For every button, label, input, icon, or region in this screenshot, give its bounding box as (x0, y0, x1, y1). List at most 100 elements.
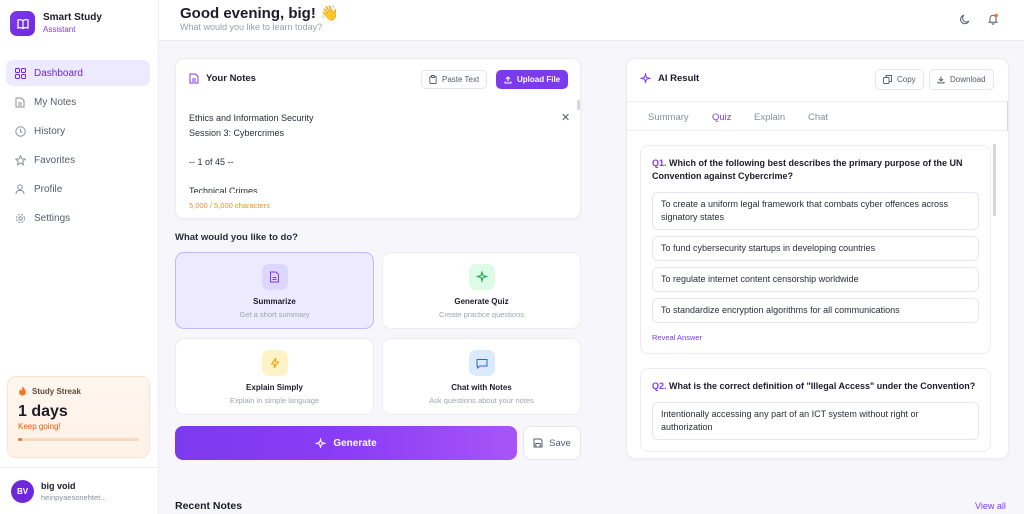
clipboard-icon (429, 75, 437, 84)
sidebar-item-label: Settings (34, 212, 71, 224)
star-icon (14, 154, 26, 166)
sidebar-item-my-notes[interactable]: My Notes (6, 89, 150, 115)
question-body: What is the correct definition of "Illeg… (669, 381, 976, 391)
clock-icon (14, 125, 26, 137)
explain-simply-option[interactable]: Explain Simply Explain in simple languag… (175, 338, 374, 415)
sparkles-icon (468, 264, 495, 290)
tab-summary[interactable]: Summary (648, 112, 689, 123)
option-description: Get a short summary (239, 310, 310, 319)
option-title: Generate Quiz (454, 297, 509, 306)
user-name: big void (41, 480, 76, 491)
streak-progress-bar (18, 438, 139, 441)
tab-explain[interactable]: Explain (754, 112, 785, 123)
action-question: What would you like to do? (175, 232, 298, 243)
close-icon[interactable]: ✕ (561, 111, 570, 124)
save-button[interactable]: Save (523, 426, 581, 460)
sidebar-item-label: Profile (34, 183, 63, 195)
tab-chat[interactable]: Chat (808, 112, 828, 123)
streak-message: Keep going! (18, 422, 61, 431)
question-text: Q2. What is the correct definition of "I… (652, 380, 979, 393)
upload-file-button[interactable]: Upload File (496, 70, 569, 89)
download-button[interactable]: Download (929, 69, 994, 90)
book-icon (10, 11, 35, 36)
bell-icon[interactable] (986, 12, 1000, 26)
question-number: Q1. (652, 158, 667, 168)
save-icon (533, 438, 543, 448)
sidebar-nav: Dashboard My Notes History Favorites Pro… (6, 60, 150, 234)
study-streak-card: Study Streak 1 days Keep going! (7, 376, 150, 458)
generate-button[interactable]: Generate (175, 426, 517, 460)
notes-textarea[interactable]: Ethics and Information Security Session … (189, 111, 559, 193)
download-icon (937, 76, 945, 84)
answer-option[interactable]: Intentionally accessing any part of an I… (652, 402, 979, 440)
greeting: Good evening, big! 👋 (180, 5, 339, 22)
sidebar-item-label: Favorites (34, 154, 76, 166)
document-icon (189, 73, 199, 84)
sidebar: Smart Study Assistant Dashboard My Notes… (0, 0, 159, 514)
generate-quiz-option[interactable]: Generate Quiz Create practice questions (382, 252, 581, 329)
summarize-option[interactable]: Summarize Get a short summary (175, 252, 374, 329)
flame-icon (18, 386, 27, 396)
save-label: Save (549, 437, 571, 449)
quiz-question-card: Q2. What is the correct definition of "I… (640, 368, 991, 452)
streak-title: Study Streak (32, 386, 81, 396)
question-text: Q1. Which of the following best describe… (652, 157, 979, 183)
user-profile[interactable]: BV big void heinpyaesonehtet... (0, 467, 159, 514)
option-description: Create practice questions (438, 310, 525, 319)
reveal-answer-link[interactable]: Reveal Answer (652, 333, 979, 342)
lightning-icon (261, 350, 288, 376)
copy-icon (883, 75, 892, 84)
view-all-link[interactable]: View all (975, 501, 1006, 511)
answer-option[interactable]: To regulate internet content censorship … (652, 267, 979, 292)
option-title: Summarize (253, 297, 296, 306)
question-number: Q2. (652, 381, 667, 391)
user-icon (14, 183, 26, 195)
notes-scrollbar[interactable] (577, 100, 580, 110)
ai-result-title: AI Result (658, 73, 700, 84)
tab-quiz[interactable]: Quiz (712, 112, 732, 123)
document-icon (14, 96, 26, 108)
ai-body-scrollbar[interactable] (993, 144, 996, 216)
answer-option[interactable]: To fund cybersecurity startups in develo… (652, 236, 979, 261)
sidebar-item-label: Dashboard (34, 67, 83, 79)
sidebar-item-favorites[interactable]: Favorites (6, 147, 150, 173)
notes-card: Your Notes Paste Text Upload File Ethics… (175, 58, 581, 219)
paste-text-button[interactable]: Paste Text (421, 70, 488, 89)
sidebar-item-profile[interactable]: Profile (6, 176, 150, 202)
sidebar-item-label: My Notes (34, 96, 77, 108)
notes-title: Your Notes (206, 73, 256, 84)
ai-result-card: AI Result Copy Download Summary Quiz Exp… (626, 58, 1009, 459)
header: Good evening, big! 👋 What would you like… (159, 0, 1024, 41)
option-description: Ask questions about your notes (429, 396, 534, 405)
sidebar-item-settings[interactable]: Settings (6, 205, 150, 231)
ai-result-tabs: Summary Quiz Explain Chat (627, 101, 1008, 131)
gear-icon (14, 212, 26, 224)
document-icon (261, 264, 288, 290)
answer-option[interactable]: To create a uniform legal framework that… (652, 192, 979, 230)
brand-subtitle: Assistant (43, 25, 76, 34)
sidebar-item-label: History (34, 125, 66, 137)
grid-icon (14, 67, 26, 79)
option-description: Explain in simple language (229, 396, 320, 405)
generate-label: Generate (333, 437, 377, 449)
ai-tabs-scrollbar[interactable] (1007, 101, 1008, 131)
brand[interactable]: Smart Study Assistant (10, 11, 102, 36)
answer-option[interactable]: To standardize encryption algorithms for… (652, 298, 979, 323)
avatar: BV (11, 479, 34, 503)
option-title: Explain Simply (246, 383, 303, 392)
download-label: Download (950, 75, 986, 84)
copy-button[interactable]: Copy (875, 69, 924, 90)
question-body: Which of the following best describes th… (652, 158, 963, 181)
moon-icon[interactable] (958, 12, 972, 26)
sidebar-item-dashboard[interactable]: Dashboard (6, 60, 150, 86)
sidebar-item-history[interactable]: History (6, 118, 150, 144)
copy-label: Copy (897, 75, 916, 84)
greeting-subtitle: What would you like to learn today? (180, 22, 323, 32)
user-email: heinpyaesonehtet... (41, 492, 107, 502)
upload-icon (504, 75, 512, 84)
streak-days: 1 days (18, 403, 68, 420)
option-title: Chat with Notes (451, 383, 512, 392)
chat-bubble-icon (468, 350, 495, 376)
paste-text-label: Paste Text (442, 75, 480, 84)
chat-with-notes-option[interactable]: Chat with Notes Ask questions about your… (382, 338, 581, 415)
